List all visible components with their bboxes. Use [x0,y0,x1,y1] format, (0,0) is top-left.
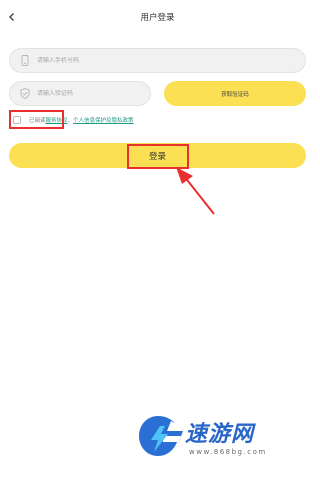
watermark-logo: 速游网 www.868bg.com [137,410,302,466]
lightning-logo-icon [139,416,183,458]
watermark-brand: 速游网 [185,422,255,447]
watermark-url: www.868bg.com [189,448,267,456]
annotation-arrow [176,167,215,215]
